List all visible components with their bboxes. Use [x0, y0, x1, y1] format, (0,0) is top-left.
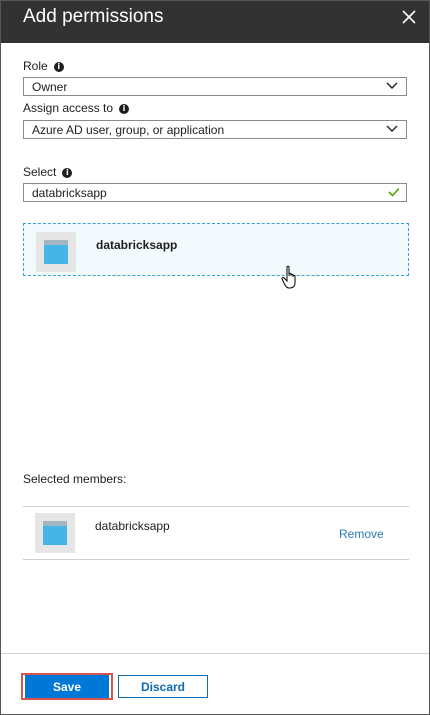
search-result-name: databricksapp: [96, 238, 178, 252]
divider: [23, 559, 409, 560]
checkmark-icon: [388, 187, 400, 197]
chevron-down-icon: [386, 125, 398, 132]
app-icon: [35, 513, 75, 553]
panel-title: Add permissions: [23, 6, 164, 27]
role-dropdown[interactable]: Owner: [23, 77, 407, 96]
save-button[interactable]: Save: [25, 675, 109, 698]
chevron-down-icon: [386, 82, 398, 89]
assign-access-label: Assign access to i: [23, 101, 130, 115]
selected-member-name: databricksapp: [95, 519, 170, 533]
hand-cursor-icon: [281, 265, 296, 289]
search-result-item[interactable]: databricksapp: [23, 223, 409, 276]
selected-members-label: Selected members:: [23, 472, 127, 486]
select-search-input[interactable]: databricksapp: [23, 183, 407, 202]
close-icon[interactable]: [399, 7, 419, 27]
remove-member-link[interactable]: Remove: [339, 527, 384, 541]
select-search-value: databricksapp: [32, 186, 107, 200]
role-value: Owner: [32, 80, 68, 94]
select-label: Select i: [23, 165, 73, 179]
panel-header: Add permissions: [1, 1, 429, 43]
app-icon: [36, 232, 76, 272]
role-label: Role i: [23, 59, 64, 73]
assign-access-value: Azure AD user, group, or application: [32, 123, 225, 137]
divider: [23, 506, 409, 507]
footer-divider: [1, 653, 429, 654]
info-icon[interactable]: i: [62, 168, 73, 178]
assign-access-dropdown[interactable]: Azure AD user, group, or application: [23, 120, 407, 139]
info-icon[interactable]: i: [119, 104, 130, 114]
add-permissions-panel: Add permissions Role i Owner Assign acces…: [0, 0, 430, 715]
discard-button[interactable]: Discard: [118, 675, 208, 698]
info-icon[interactable]: i: [53, 62, 64, 72]
